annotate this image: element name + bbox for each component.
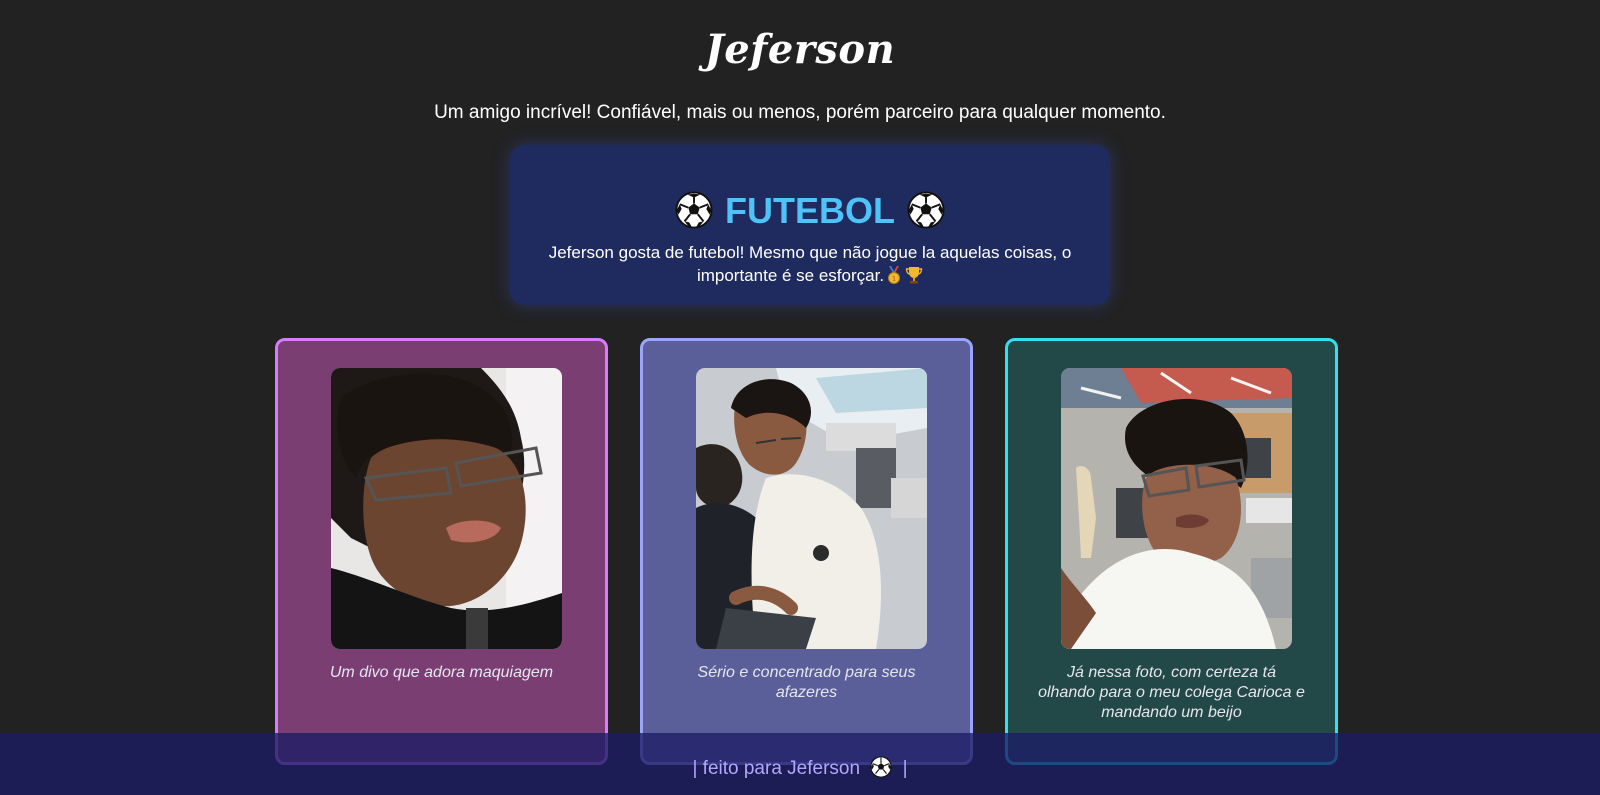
footer: | feito para Jeferson | [0, 733, 1600, 795]
footer-prefix: | feito para Jeferson [692, 758, 861, 779]
photo [696, 368, 927, 649]
photo-card: Já nessa foto, com certeza tá olhando pa… [1005, 338, 1338, 765]
trophy-icon [905, 267, 923, 284]
footer-text: | feito para Jeferson | [692, 756, 908, 781]
hobby-heading: FUTEBOL [510, 189, 1110, 233]
hobby-card: FUTEBOL Jeferson gosta de futebol! Mesmo… [510, 145, 1110, 305]
hobby-title: FUTEBOL [725, 190, 895, 231]
page: Jeferson Um amigo incrível! Confiável, m… [0, 0, 1600, 795]
photo-card: Um divo que adora maquiagem [275, 338, 608, 765]
soccer-ball-icon [675, 191, 713, 230]
hobby-description: Jeferson gosta de futebol! Mesmo que não… [525, 241, 1095, 287]
photo-caption: Sério e concentrado para seus afazeres [697, 664, 916, 701]
soccer-ball-icon [870, 756, 893, 778]
hobby-text: Jeferson gosta de futebol! Mesmo que não… [548, 243, 1072, 285]
photo [1061, 368, 1292, 649]
page-subtitle: Um amigo incrível! Confiável, mais ou me… [434, 102, 1166, 123]
soccer-ball-icon [907, 191, 945, 230]
medal-icon: 1 [888, 266, 901, 284]
photo-caption: Um divo que adora maquiagem [329, 664, 554, 681]
photo-caption: Já nessa foto, com certeza tá olhando pa… [1038, 664, 1305, 721]
page-title: Jeferson [704, 26, 896, 73]
photo-card: Sério e concentrado para seus afazeres [640, 338, 973, 765]
svg-text:1: 1 [892, 276, 896, 283]
footer-suffix: | [902, 758, 908, 779]
photo [331, 368, 562, 649]
